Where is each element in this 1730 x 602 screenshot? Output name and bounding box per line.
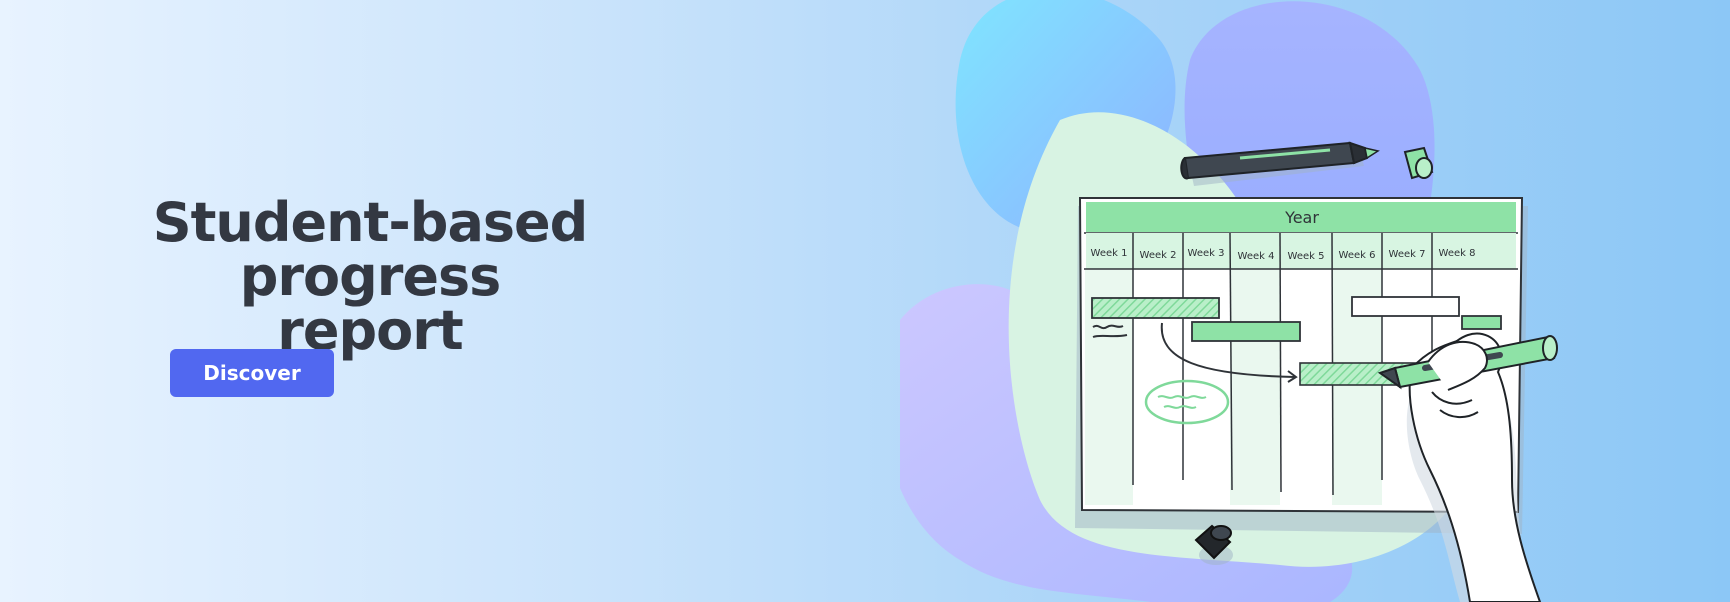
gantt-illustration: Year Week 1 Week 2 Week 3 Week 4 Week 5 … [900, 0, 1730, 602]
week-label-8: Week 8 [1439, 248, 1476, 259]
year-label: Year [1284, 208, 1319, 227]
week-label-2: Week 2 [1140, 250, 1177, 261]
hero-text-block: Student-based progress report [150, 196, 590, 358]
gantt-bar-solid-1 [1191, 321, 1301, 342]
week-label-5: Week 5 [1288, 251, 1325, 262]
week-label-3: Week 3 [1188, 248, 1225, 259]
hero-title-line-2: progress report [239, 245, 502, 362]
week-label-7: Week 7 [1389, 249, 1426, 260]
gantt-bar-hatched-1 [1091, 297, 1220, 319]
gantt-bar-outline [1351, 296, 1460, 317]
week-label-1: Week 1 [1091, 248, 1128, 259]
discover-button[interactable]: Discover [170, 349, 334, 397]
gantt-bar-solid-2 [1461, 315, 1502, 330]
week-label-6: Week 6 [1339, 250, 1376, 261]
illustration-art: Year Week 1 Week 2 Week 3 Week 4 Week 5 … [900, 0, 1558, 602]
week-label-4: Week 4 [1238, 251, 1275, 262]
hero-title: Student-based progress report [150, 196, 590, 358]
